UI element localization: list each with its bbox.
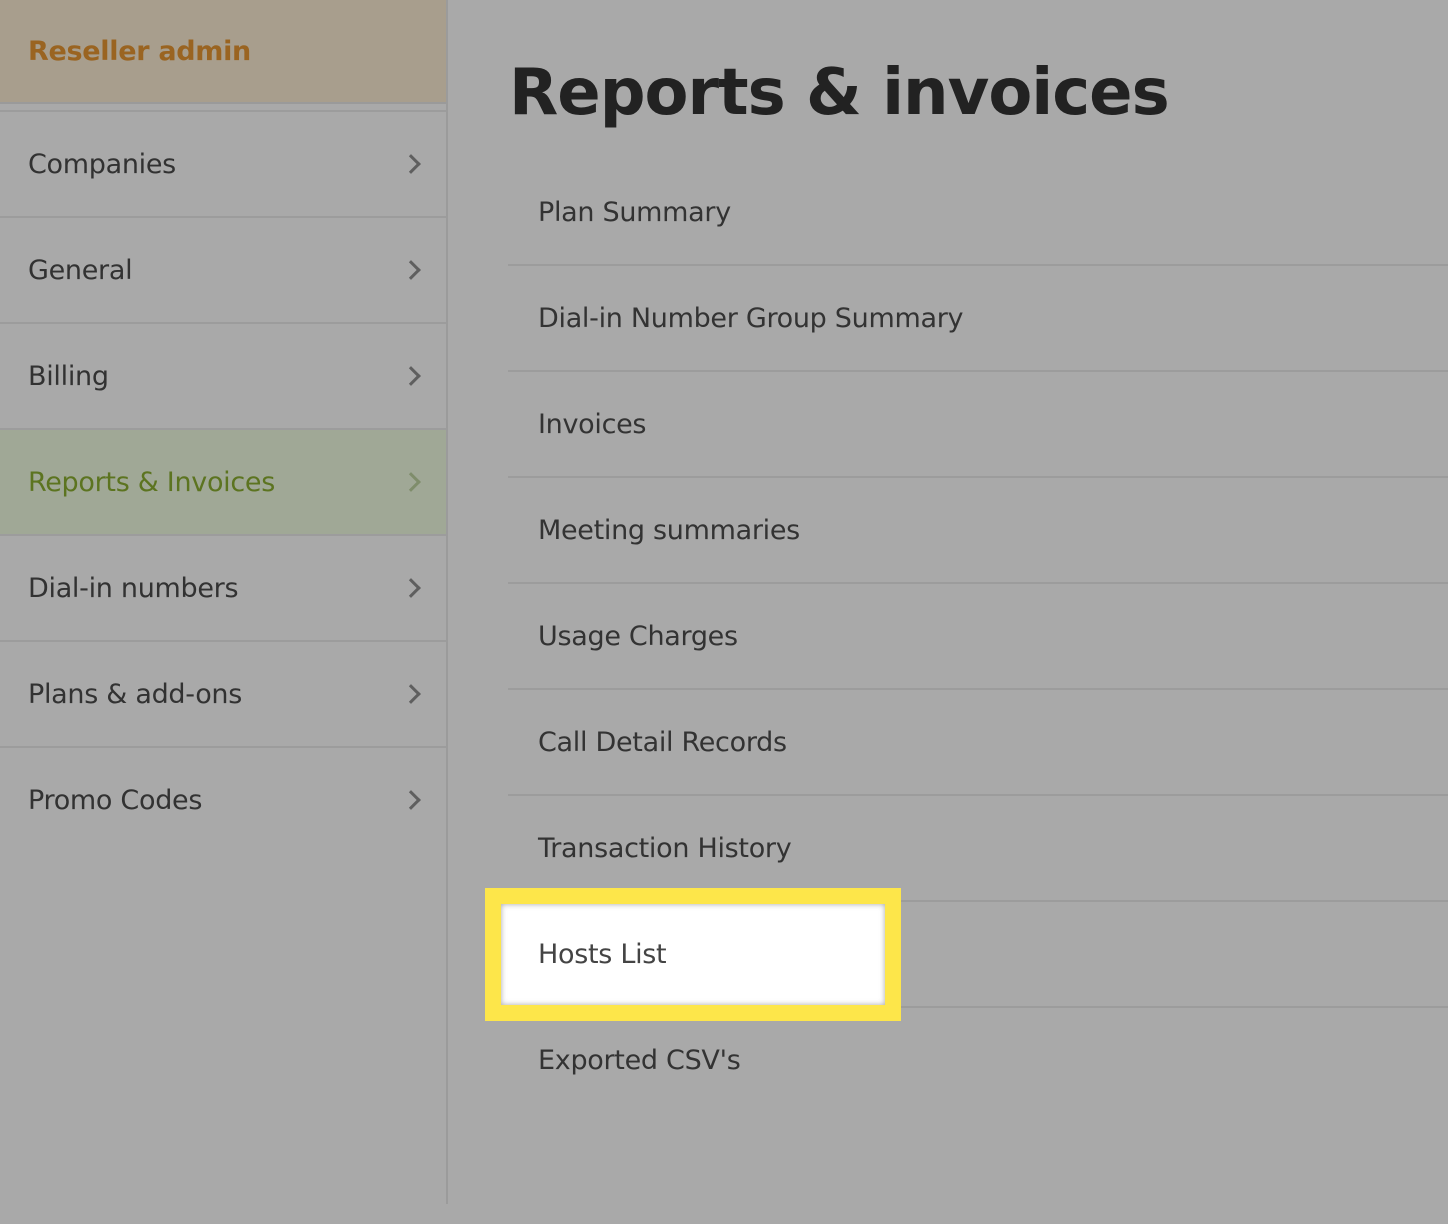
report-item-label: Transaction History (538, 832, 792, 864)
report-item-meeting-summaries[interactable]: Meeting summaries (508, 478, 1448, 584)
sidebar-divider (0, 104, 446, 112)
main-content: Reports & invoices Plan Summary Dial-in … (448, 0, 1448, 1224)
report-item-hosts-list[interactable]: Hosts List (485, 888, 901, 1021)
page-title: Reports & invoices (509, 56, 1170, 130)
sidebar-header: Reseller admin (0, 0, 446, 104)
sidebar-item-label: Billing (28, 360, 109, 392)
report-item-invoices[interactable]: Invoices (508, 372, 1448, 478)
report-item-label: Invoices (538, 408, 647, 440)
report-item-plan-summary[interactable]: Plan Summary (508, 160, 1448, 266)
sidebar-item-label: Promo Codes (28, 784, 203, 816)
report-item-label: Dial-in Number Group Summary (538, 302, 964, 334)
report-item-label: Plan Summary (538, 196, 731, 228)
report-item-usage-charges[interactable]: Usage Charges (508, 584, 1448, 690)
chevron-right-icon (401, 154, 421, 174)
report-item-call-detail-records[interactable]: Call Detail Records (508, 690, 1448, 796)
sidebar-item-label: Companies (28, 148, 176, 180)
report-item-label: Call Detail Records (538, 726, 787, 758)
sidebar-item-dial-in-numbers[interactable]: Dial-in numbers (0, 536, 446, 642)
sidebar-item-label: Plans & add-ons (28, 678, 242, 710)
sidebar-item-companies[interactable]: Companies (0, 112, 446, 218)
sidebar-nav: Companies General Billing Reports & Invo… (0, 112, 446, 852)
sidebar-title: Reseller admin (28, 35, 251, 67)
sidebar-item-label: Dial-in numbers (28, 572, 239, 604)
sidebar: Reseller admin Companies General Billing… (0, 0, 448, 1204)
chevron-right-icon (401, 578, 421, 598)
report-item-label: Meeting summaries (538, 514, 800, 546)
report-item-label: Exported CSV's (538, 1044, 741, 1076)
report-item-dial-in-number-group-summary[interactable]: Dial-in Number Group Summary (508, 266, 1448, 372)
chevron-right-icon (401, 366, 421, 386)
chevron-right-icon (401, 790, 421, 810)
sidebar-item-billing[interactable]: Billing (0, 324, 446, 430)
report-item-label: Usage Charges (538, 620, 738, 652)
sidebar-item-promo-codes[interactable]: Promo Codes (0, 748, 446, 852)
chevron-right-icon (401, 472, 421, 492)
report-item-label: Hosts List (538, 939, 667, 970)
sidebar-item-general[interactable]: General (0, 218, 446, 324)
report-item-exported-csvs[interactable]: Exported CSV's (508, 1008, 1448, 1112)
sidebar-item-plans-addons[interactable]: Plans & add-ons (0, 642, 446, 748)
report-item-transaction-history[interactable]: Transaction History (508, 796, 1448, 902)
chevron-right-icon (401, 684, 421, 704)
chevron-right-icon (401, 260, 421, 280)
sidebar-item-reports-invoices[interactable]: Reports & Invoices (0, 430, 446, 536)
sidebar-item-label: Reports & Invoices (28, 466, 275, 498)
sidebar-item-label: General (28, 254, 133, 286)
